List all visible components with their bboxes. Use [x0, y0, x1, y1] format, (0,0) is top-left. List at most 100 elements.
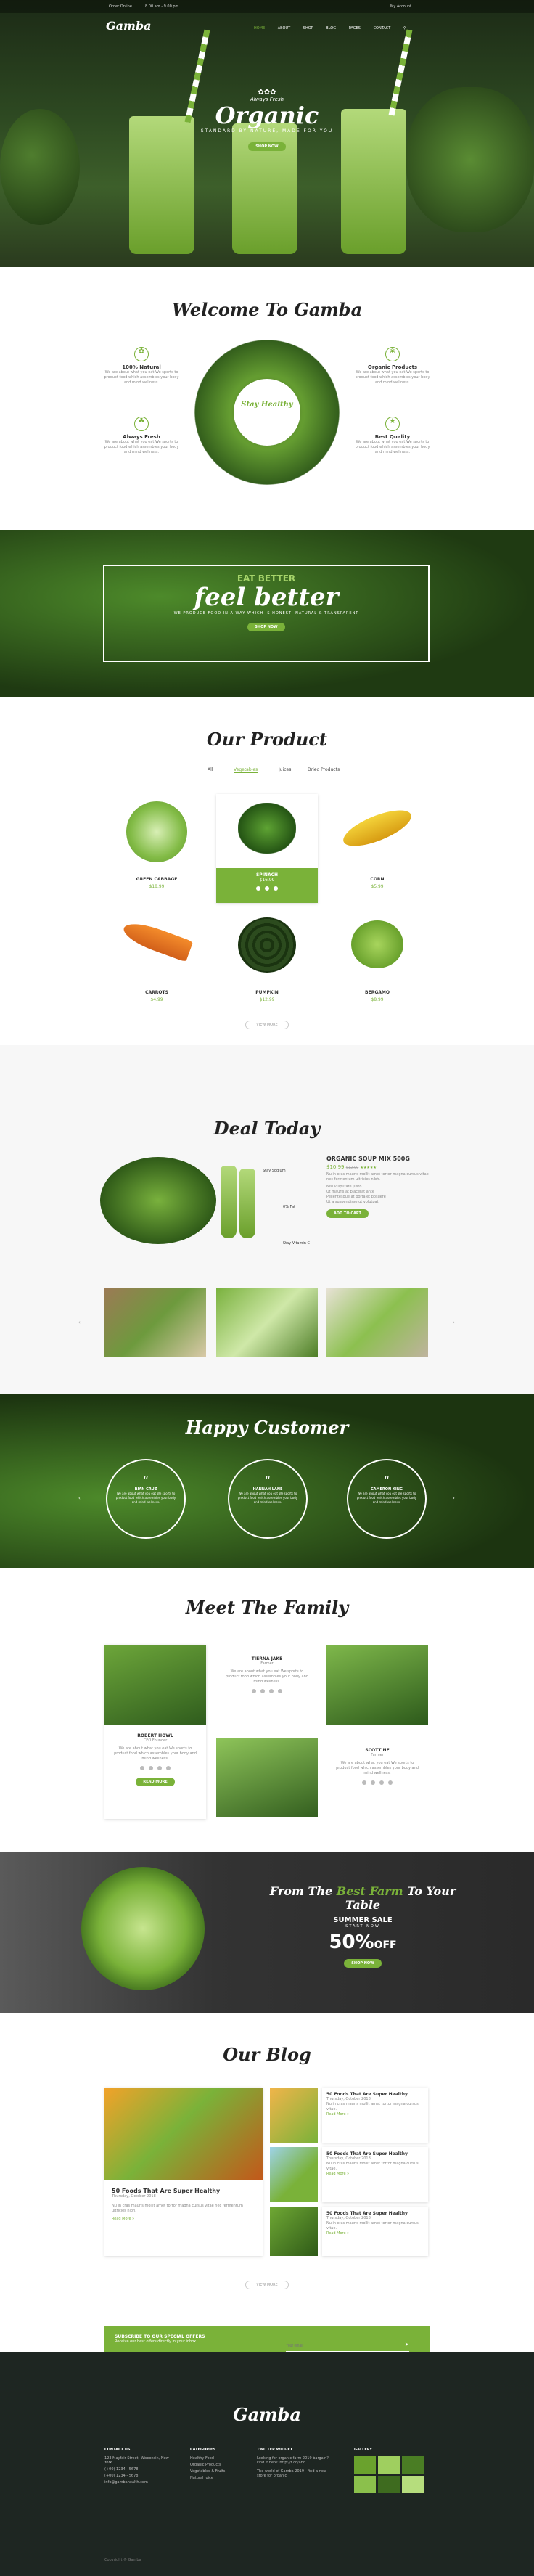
blog-read-more[interactable]: Read More » [326, 2231, 424, 2236]
tab-juices[interactable]: Juices [279, 767, 291, 772]
twitter-icon[interactable] [149, 1766, 153, 1770]
sale-banner: From The Best Farm To Your Table SUMMER … [0, 1852, 534, 2013]
blog-read-more[interactable]: Read More » [326, 2172, 424, 2176]
hero-section: Order Online 8.00 am - 9.00 pm My Accoun… [0, 0, 534, 267]
deal-old-price: $12.99 [345, 1166, 359, 1170]
search-icon[interactable]: ⚲ [403, 26, 406, 30]
twitter-icon[interactable] [260, 1689, 265, 1693]
cart-icon[interactable] [256, 886, 260, 891]
instagram-icon[interactable] [388, 1780, 393, 1785]
nav-contact[interactable]: CONTACT [374, 26, 391, 30]
topbar-account[interactable]: My Account [390, 4, 411, 9]
newsletter-email-input[interactable] [286, 2340, 409, 2352]
footer-cat-link[interactable]: Healthy Food [190, 2456, 248, 2461]
member-photo [104, 1645, 206, 1725]
facebook-icon[interactable] [140, 1766, 144, 1770]
instagram-icon[interactable] [278, 1689, 282, 1693]
product-card[interactable]: CORN $5.99 [326, 794, 428, 896]
footer-gal-title: GALLERY [354, 2448, 372, 2452]
blog-post-text: Nu in cras mauris mollit amet tortor mag… [326, 2102, 419, 2111]
nav-shop[interactable]: SHOP [303, 26, 313, 30]
product-actions [216, 886, 318, 892]
carousel-next-icon[interactable]: › [453, 1320, 455, 1325]
nav-blog[interactable]: BLOG [326, 26, 336, 30]
sale-sub: START NOW [345, 1924, 380, 1929]
footer-phone: (+00) 1234 - 5678 [104, 2467, 139, 2471]
product-card[interactable]: CARROTS $4.99 [106, 907, 208, 1009]
footer-email[interactable]: info@gambahealth.com [104, 2480, 177, 2485]
send-icon[interactable]: ➤ [405, 2342, 409, 2347]
facebook-icon[interactable] [362, 1780, 366, 1785]
testimonial-prev-icon[interactable]: ‹ [78, 1495, 81, 1501]
gallery-thumb[interactable] [354, 2456, 376, 2474]
footer-logo[interactable]: Gamba [0, 2404, 534, 2425]
banner-shop-button[interactable]: SHOP NOW [247, 623, 285, 631]
member-info: ROBERT HOWL CEO Founder We are about wha… [104, 1733, 206, 1786]
main-nav: HOME ABOUT SHOP BLOG PAGES CONTACT ⚲ [254, 26, 406, 30]
heart-icon[interactable] [265, 886, 269, 891]
blog-read-more[interactable]: Read More » [112, 2217, 255, 2221]
pumpkin-image [238, 917, 296, 973]
testimonial-bubble: “ RIAN CRUZ We are about what you eat We… [106, 1459, 186, 1539]
topbar: Order Online 8.00 am - 9.00 pm My Accoun… [0, 0, 534, 13]
blog-read-more[interactable]: Read More » [326, 2112, 424, 2117]
cabbage-image [126, 801, 187, 862]
hero-veg-right [406, 87, 534, 232]
footer-cat-link[interactable]: Natural Juice [190, 2476, 248, 2480]
deal-photo-3 [326, 1288, 428, 1357]
gallery-thumb[interactable] [402, 2456, 424, 2474]
gallery-thumb[interactable] [402, 2476, 424, 2493]
products-more-button[interactable]: VIEW MORE [245, 1021, 289, 1029]
footer-cat-link[interactable]: Vegetables & Fruits [190, 2469, 248, 2474]
eye-icon[interactable] [274, 886, 278, 891]
welcome-section: Welcome To Gamba Stay Healthy ✿ 100% Nat… [0, 267, 534, 530]
sale-percent-row: 50%OFF [261, 1931, 464, 1953]
blog-post-title: 50 Foods That Are Super Healthy [326, 2211, 408, 2216]
nav-home[interactable]: HOME [254, 26, 265, 30]
gallery-thumb[interactable] [378, 2476, 400, 2493]
blog-side-image [270, 2147, 318, 2202]
twitter-icon[interactable] [371, 1780, 375, 1785]
feature-text: We are about what you eat We sports to p… [355, 370, 430, 385]
tab-vegetables[interactable]: Vegetables [234, 767, 258, 773]
product-card[interactable]: PUMPKIN $12.99 [216, 907, 318, 1009]
site-logo[interactable]: Gamba [106, 19, 152, 33]
product-card-active[interactable]: SPINACH $16.99 [216, 794, 318, 903]
testimonial-bubble: “ CAMERON KING We are about what you eat… [347, 1459, 427, 1539]
topbar-phone: Order Online [109, 4, 132, 9]
products-section: Our Product All Vegetables Juices Dried … [0, 697, 534, 1045]
tweet-text: The world of Gamba 2019 - find a new sto… [257, 2469, 327, 2478]
blog-main-image [104, 2088, 263, 2180]
footer-contact-title: CONTACT US [104, 2448, 131, 2452]
product-card[interactable]: BERGAMO $8.99 [326, 907, 428, 1009]
facebook-icon[interactable] [252, 1689, 256, 1693]
sale-jar-image [81, 1867, 205, 1990]
gallery-grid [354, 2456, 430, 2493]
gallery-thumb[interactable] [378, 2456, 400, 2474]
sale-shop-button[interactable]: SHOP NOW [344, 1959, 382, 1968]
tab-all[interactable]: All [208, 767, 213, 772]
footer-cat-link[interactable]: Organic Products [190, 2463, 248, 2467]
testimonial-bubble: “ HANNAH LANE We are about what you eat … [228, 1459, 308, 1539]
nav-pages[interactable]: PAGES [349, 26, 361, 30]
footer: Gamba CONTACT US 123 Mayfair Street, Wis… [0, 2352, 534, 2576]
carousel-prev-icon[interactable]: ‹ [78, 1320, 81, 1325]
newsletter-bar: SUBSCRIBE TO OUR SPECIAL OFFERS Receive … [104, 2326, 430, 2352]
product-card[interactable]: GREEN CABBAGE $18.99 [106, 794, 208, 896]
testimonial-next-icon[interactable]: › [453, 1495, 455, 1501]
google-icon[interactable] [269, 1689, 274, 1693]
tab-dried[interactable]: Dried Products [308, 767, 340, 772]
google-icon[interactable] [379, 1780, 384, 1785]
deal-add-to-cart[interactable]: ADD TO CART [326, 1209, 369, 1218]
member-read-more[interactable]: READ MORE [136, 1778, 175, 1786]
welcome-center-badge: Stay Healthy [234, 379, 300, 446]
hero-shop-button[interactable]: SHOP NOW [248, 142, 286, 151]
blog-more-button[interactable]: VIEW MORE [245, 2281, 289, 2289]
gallery-thumb[interactable] [354, 2476, 376, 2493]
google-icon[interactable] [157, 1766, 162, 1770]
blog-post-meta: Thursday, October 2018 [326, 2097, 371, 2101]
nav-about[interactable]: ABOUT [278, 26, 290, 30]
blog-post-text: Nu in cras mauris mollit amet tortor mag… [112, 2204, 243, 2213]
instagram-icon[interactable] [166, 1766, 171, 1770]
plant-icon: ❀ [385, 347, 400, 361]
